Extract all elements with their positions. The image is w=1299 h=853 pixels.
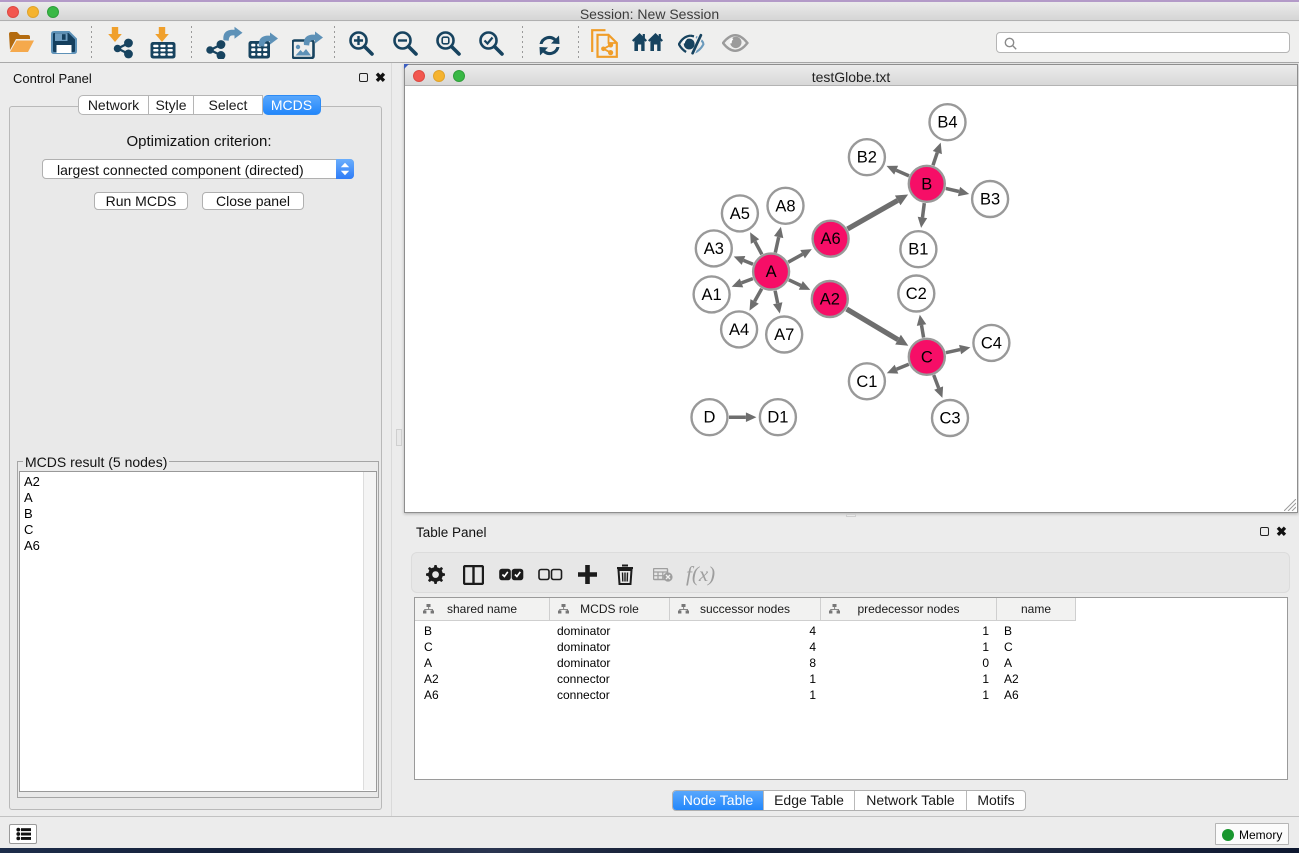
svg-text:C: C: [921, 348, 933, 366]
svg-text:A4: A4: [729, 321, 749, 339]
svg-text:B1: B1: [908, 241, 928, 259]
svg-text:C4: C4: [981, 334, 1002, 352]
svg-text:A: A: [766, 263, 777, 281]
svg-text:f(x): f(x): [686, 562, 715, 586]
svg-text:B4: B4: [937, 114, 957, 132]
svg-text:A2: A2: [820, 291, 840, 309]
svg-text:A3: A3: [704, 240, 724, 258]
svg-text:D1: D1: [767, 409, 788, 427]
svg-text:A1: A1: [702, 286, 722, 304]
svg-text:B3: B3: [980, 191, 1000, 209]
svg-text:D: D: [704, 409, 716, 427]
svg-text:A6: A6: [821, 230, 841, 248]
svg-text:A7: A7: [774, 326, 794, 344]
svg-text:C1: C1: [856, 373, 877, 391]
svg-text:B: B: [921, 175, 932, 193]
svg-text:B2: B2: [857, 149, 877, 167]
svg-text:C2: C2: [906, 285, 927, 303]
svg-text:A8: A8: [775, 197, 795, 215]
svg-text:C3: C3: [939, 410, 960, 428]
svg-text:A5: A5: [730, 205, 750, 223]
